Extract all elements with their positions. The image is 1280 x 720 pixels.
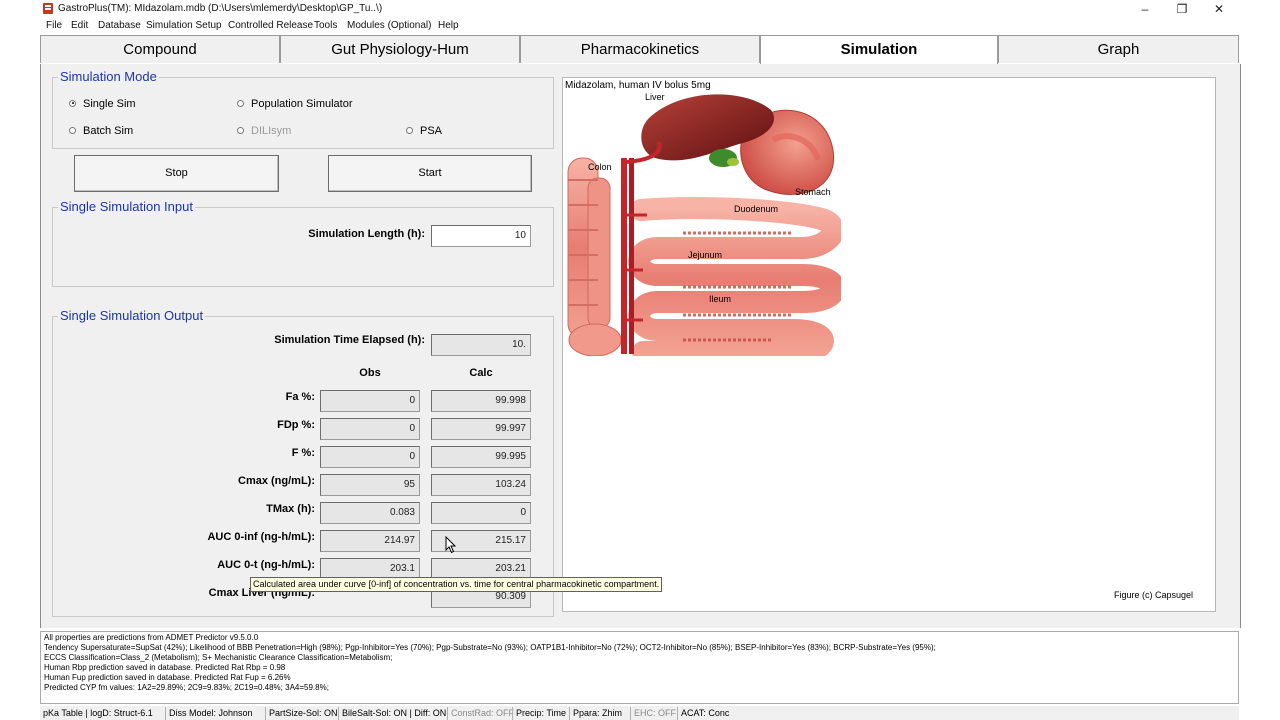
status-ehc: EHC: OFF (630, 707, 676, 720)
radio-icon (237, 99, 244, 107)
tab-compound[interactable]: Compound (40, 35, 280, 63)
title-bar: GastroPlus(TM): MIdazolam.mdb (D:\Users\… (40, 0, 1240, 18)
info-line: Human Rbp prediction saved in database. … (44, 663, 286, 672)
simulation-tab-content: Simulation Mode Single Sim Population Si… (40, 64, 1241, 628)
gi-tract-figure-panel: Midazolam, human IV bolus 5mg Liver Colo… (562, 77, 1216, 612)
cmax-label: Cmax (ng/mL): (238, 475, 315, 487)
single-simulation-output-group: Single Simulation Output Simulation Time… (52, 308, 554, 617)
tmax-obs-value: 0.083 (320, 502, 420, 524)
info-line: Predicted CYP fm values: 1A2=29.89%; 2C9… (44, 683, 329, 692)
fdp-calc-value: 99.997 (431, 418, 531, 440)
radio-icon (237, 126, 244, 134)
status-partsize-sol: PartSize-Sol: ON (265, 707, 338, 720)
radio-batch-sim[interactable]: Batch Sim (69, 125, 133, 137)
fa-obs-value: 0 (320, 390, 420, 412)
small-intestine-organ (628, 197, 841, 356)
tmax-label: TMax (h): (266, 503, 315, 515)
auc-0-inf-obs-value: 214.97 (320, 530, 420, 552)
status-diss-model: Diss Model: Johnson (165, 707, 253, 720)
info-line: All properties are predictions from ADME… (44, 633, 259, 642)
auc-0-t-label: AUC 0-t (ng-h/mL): (217, 559, 315, 571)
status-acat: ACAT: Conc (677, 707, 729, 720)
single-simulation-input-group: Single Simulation Input Simulation Lengt… (52, 199, 554, 287)
f-calc-value: 99.995 (431, 446, 531, 468)
radio-population-simulator[interactable]: Population Simulator (237, 98, 353, 110)
main-tabs: Compound Gut Physiology-Hum Pharmacokine… (40, 34, 1240, 65)
stomach-label: Stomach (795, 187, 831, 197)
admet-info-panel: All properties are predictions from ADME… (40, 631, 1239, 704)
colon-organ (567, 157, 622, 356)
ileum-label: Ileum (709, 294, 731, 304)
info-line: Tendency Supersaturate=SupSat (42%); Lik… (44, 643, 936, 652)
menu-controlled-release[interactable]: Controlled Release (228, 20, 313, 31)
status-precip: Precip: Time (512, 707, 566, 720)
simulation-mode-group: Simulation Mode Single Sim Population Si… (52, 69, 554, 149)
radio-icon (69, 126, 76, 134)
fdp-obs-value: 0 (320, 418, 420, 440)
menu-edit[interactable]: Edit (71, 20, 88, 31)
radio-single-sim[interactable]: Single Sim (69, 98, 136, 110)
status-bilesalt-sol: BileSalt-Sol: ON | Diff: ON (338, 707, 446, 720)
cmax-obs-value: 95 (320, 474, 420, 496)
liver-label: Liver (645, 92, 665, 102)
start-button[interactable]: Start (328, 155, 532, 192)
menu-simulation-setup[interactable]: Simulation Setup (146, 20, 222, 31)
menu-help[interactable]: Help (438, 20, 459, 31)
menu-tools[interactable]: Tools (314, 20, 337, 31)
tab-simulation[interactable]: Simulation (760, 35, 998, 65)
simulation-time-elapsed-label: Simulation Time Elapsed (h): (274, 334, 425, 346)
f-obs-value: 0 (320, 446, 420, 468)
auc-tooltip: Calculated area under curve [0-inf] of c… (250, 577, 663, 592)
menu-bar: File Edit Database Simulation Setup Cont… (40, 18, 1240, 34)
colon-label: Colon (588, 162, 612, 172)
stop-button[interactable]: Stop (74, 155, 279, 192)
status-ppara: Ppara: Zhim (569, 707, 622, 720)
menu-file[interactable]: File (46, 20, 62, 31)
fa-calc-value: 99.998 (431, 390, 531, 412)
tab-gut-physiology[interactable]: Gut Physiology-Hum (280, 35, 520, 63)
figure-credit: Figure (c) Capsugel (1113, 590, 1193, 600)
minimize-button[interactable]: – (1127, 0, 1163, 18)
tab-graph[interactable]: Graph (998, 35, 1239, 63)
status-pka-logd: pKa Table | logD: Struct-6.1 (43, 708, 153, 718)
restore-button[interactable]: ❐ (1164, 0, 1200, 18)
single-simulation-input-title: Single Simulation Input (58, 199, 195, 214)
obs-column-header: Obs (359, 367, 381, 379)
close-button[interactable]: ✕ (1201, 0, 1237, 18)
radio-diliisym: DILIsym (237, 125, 291, 137)
radio-icon (406, 126, 413, 134)
info-line: ECCS Classification=Class_2 (Metabolism)… (44, 653, 393, 662)
simulation-length-input[interactable]: 10 (431, 225, 531, 247)
menu-modules-optional[interactable]: Modules (Optional) (347, 20, 431, 31)
f-label: F %: (291, 447, 315, 459)
simulation-length-label: Simulation Length (h): (308, 228, 425, 240)
menu-database[interactable]: Database (98, 20, 141, 31)
calc-column-header: Calc (469, 367, 493, 379)
window-title: GastroPlus(TM): MIdazolam.mdb (D:\Users\… (58, 3, 383, 14)
jejunum-label: Jejunum (688, 250, 722, 260)
simulation-time-elapsed-value: 10. (431, 334, 531, 356)
tab-pharmacokinetics[interactable]: Pharmacokinetics (520, 35, 760, 63)
fa-label: Fa %: (285, 391, 315, 403)
info-line: Human Fup prediction saved in database. … (44, 673, 291, 682)
fdp-label: FDp %: (277, 419, 315, 431)
gi-tract-illustration: Liver Colon Stomach Duodenum Jejunum Ile… (567, 92, 841, 356)
mouse-cursor-icon (445, 536, 457, 554)
tmax-calc-value: 0 (431, 502, 531, 524)
single-simulation-output-title: Single Simulation Output (58, 308, 206, 323)
radio-psa[interactable]: PSA (406, 125, 442, 137)
cmax-calc-value: 103.24 (431, 474, 531, 496)
simulation-mode-title: Simulation Mode (58, 69, 159, 84)
status-bar: pKa Table | logD: Struct-6.1 Diss Model:… (40, 706, 1239, 720)
duodenum-label: Duodenum (734, 204, 778, 214)
gastroplus-app-icon (43, 3, 53, 14)
radio-selected-icon (69, 99, 76, 107)
status-constrad: ConstRad: OFF (447, 707, 514, 720)
auc-0-inf-label: AUC 0-inf (ng-h/mL): (207, 531, 315, 543)
